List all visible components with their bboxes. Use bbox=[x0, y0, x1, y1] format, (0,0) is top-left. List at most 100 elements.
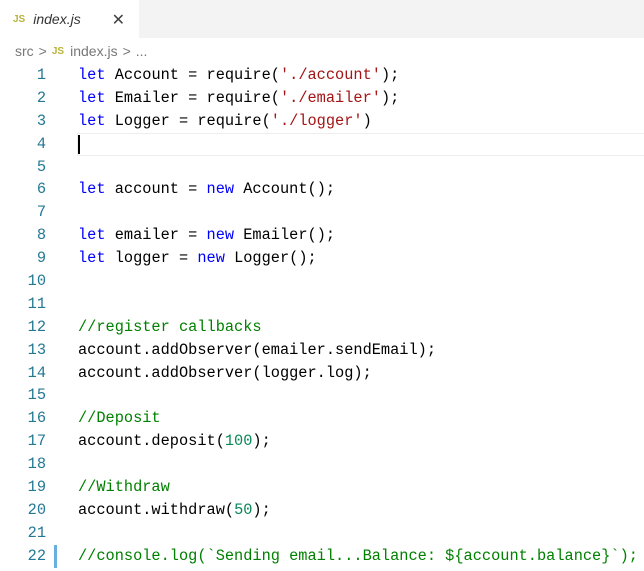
token-tx: ); bbox=[380, 66, 400, 84]
code-line[interactable]: 8 let emailer = new Emailer(); bbox=[0, 224, 644, 247]
token-tx: Account(); bbox=[234, 180, 336, 199]
token-st: './logger' bbox=[270, 111, 363, 130]
token-cm: //register callbacks bbox=[78, 317, 262, 336]
code-text: account.addObserver(emailer.sendEmail); bbox=[78, 339, 436, 362]
code-line[interactable]: 7 bbox=[0, 201, 644, 224]
code-text: //Deposit bbox=[78, 407, 161, 430]
line-number: 20 bbox=[27, 500, 46, 519]
code-line[interactable]: 21 bbox=[0, 522, 644, 545]
line-number: 1 bbox=[36, 66, 46, 84]
tab-index-js[interactable]: JS index.js ✕ bbox=[0, 0, 139, 38]
line-number: 11 bbox=[27, 294, 46, 313]
code-line[interactable]: 18 bbox=[0, 453, 644, 476]
token-tx: account.deposit( bbox=[78, 432, 225, 451]
token-kw: new bbox=[206, 226, 235, 245]
breadcrumb-file[interactable]: index.js bbox=[70, 43, 117, 59]
token-tx: logger = bbox=[105, 249, 198, 268]
token-cm: //Withdraw bbox=[78, 478, 170, 497]
token-tx: Logger = require( bbox=[105, 111, 271, 130]
code-editor[interactable]: 1 let Account = require('./account'); 2 let… bbox=[0, 64, 644, 568]
code-line[interactable]: 12 //register callbacks bbox=[0, 316, 644, 339]
code-line[interactable]: 11 bbox=[0, 293, 644, 316]
javascript-file-icon: JS bbox=[51, 45, 65, 57]
line-number: 19 bbox=[27, 478, 46, 497]
token-kw: let bbox=[78, 111, 106, 130]
text-cursor bbox=[78, 134, 80, 154]
token-tx: ); bbox=[252, 500, 271, 519]
code-text: let logger = new Logger(); bbox=[78, 247, 317, 270]
code-line[interactable]: 20 account.withdraw(50); bbox=[0, 499, 644, 522]
token-kw: new bbox=[206, 180, 235, 199]
token-kw: let bbox=[78, 249, 106, 268]
token-st: './account' bbox=[279, 66, 381, 84]
code-text: //console.log(`Sending email...Balance: … bbox=[78, 545, 638, 568]
code-text: //Withdraw bbox=[78, 476, 170, 499]
line-number: 4 bbox=[36, 134, 46, 153]
line-number: 8 bbox=[36, 226, 46, 245]
code-text: //register callbacks bbox=[78, 316, 262, 339]
line-number: 16 bbox=[27, 409, 46, 428]
code-line[interactable]: 3 let Logger = require('./logger') bbox=[0, 110, 644, 133]
tab-bar: JS index.js ✕ bbox=[0, 0, 644, 38]
code-line[interactable]: 1 let Account = require('./account'); bbox=[0, 64, 644, 87]
code-line[interactable]: 17 account.deposit(100); bbox=[0, 430, 644, 453]
line-number: 21 bbox=[27, 523, 46, 542]
token-tx: Emailer(); bbox=[234, 226, 336, 245]
token-tx: Account = require( bbox=[105, 66, 280, 84]
code-text: account.withdraw(50); bbox=[78, 499, 271, 522]
line-number: 3 bbox=[36, 111, 46, 130]
breadcrumb-src[interactable]: src bbox=[15, 43, 34, 59]
line-number: 2 bbox=[36, 88, 46, 107]
code-line[interactable]: 9 let logger = new Logger(); bbox=[0, 247, 644, 270]
line-number: 12 bbox=[27, 317, 46, 336]
code-text: let Emailer = require('./emailer'); bbox=[78, 87, 399, 110]
chevron-right-icon: > bbox=[38, 43, 47, 59]
line-number: 10 bbox=[27, 272, 46, 291]
token-kw: let bbox=[78, 180, 106, 199]
breadcrumb-symbols[interactable]: ... bbox=[136, 43, 148, 59]
current-line-highlight bbox=[77, 132, 644, 156]
javascript-file-icon: JS bbox=[13, 13, 26, 25]
token-tx: ) bbox=[362, 111, 372, 130]
modified-line-indicator bbox=[54, 544, 57, 568]
line-number: 9 bbox=[36, 249, 46, 268]
code-line[interactable]: 4 bbox=[0, 132, 644, 156]
code-line[interactable]: 19 //Withdraw bbox=[0, 476, 644, 499]
token-kw: new bbox=[197, 249, 225, 268]
line-number: 17 bbox=[27, 432, 46, 451]
code-line[interactable]: 2 let Emailer = require('./emailer'); bbox=[0, 87, 644, 110]
line-number: 5 bbox=[36, 157, 46, 176]
token-tx: account.addObserver(emailer.sendEmail); bbox=[78, 340, 437, 359]
line-number: 22 bbox=[27, 546, 46, 565]
token-tx: ); bbox=[252, 432, 271, 451]
code-text: account.deposit(100); bbox=[78, 430, 271, 453]
line-number: 6 bbox=[36, 180, 46, 199]
code-line[interactable]: 15 bbox=[0, 384, 644, 407]
line-number: 14 bbox=[27, 363, 46, 382]
code-line[interactable]: 13 account.addObserver(emailer.sendEmail)… bbox=[0, 339, 644, 362]
token-tx: account = bbox=[105, 180, 207, 199]
code-text: let Logger = require('./logger') bbox=[78, 110, 372, 133]
token-nm: 50 bbox=[234, 500, 253, 519]
code-text: let Account = require('./account'); bbox=[78, 64, 399, 87]
line-number: 7 bbox=[36, 203, 46, 222]
token-tx: ); bbox=[380, 88, 400, 107]
code-line[interactable]: 22 //console.log(`Sending email...Balance… bbox=[0, 544, 644, 568]
line-number: 15 bbox=[27, 386, 46, 405]
breadcrumb: src > JS index.js > ... bbox=[0, 38, 644, 64]
code-text: account.addObserver(logger.log); bbox=[78, 362, 372, 385]
code-line[interactable]: 5 bbox=[0, 156, 644, 179]
code-line[interactable]: 14 account.addObserver(logger.log); bbox=[0, 362, 644, 385]
chevron-right-icon: > bbox=[122, 43, 131, 59]
code-line[interactable]: 10 bbox=[0, 270, 644, 293]
token-kw: let bbox=[78, 66, 106, 84]
line-number: 13 bbox=[27, 340, 46, 359]
token-kw: let bbox=[78, 88, 106, 107]
code-line[interactable]: 16 //Deposit bbox=[0, 407, 644, 430]
code-text: let account = new Account(); bbox=[78, 178, 335, 201]
token-kw: let bbox=[78, 226, 106, 245]
code-line[interactable]: 6 let account = new Account(); bbox=[0, 178, 644, 201]
close-icon[interactable]: ✕ bbox=[112, 10, 125, 29]
token-nm: 100 bbox=[224, 432, 253, 451]
token-tx: account.addObserver(logger.log); bbox=[78, 363, 372, 382]
